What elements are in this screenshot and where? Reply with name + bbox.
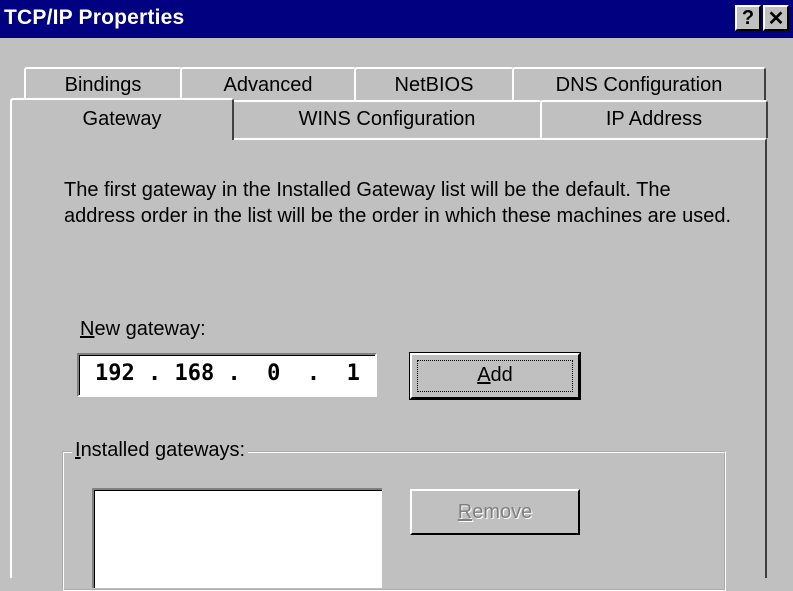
close-icon: ✕	[767, 7, 785, 30]
installed-gateways-list[interactable]	[92, 488, 382, 588]
mnemonic-r: R	[457, 501, 473, 523]
add-button[interactable]: Add	[410, 353, 580, 399]
new-gateway-ip-input[interactable]: 192 . 168 . 0 . 1	[77, 353, 377, 397]
tab-gateway[interactable]: Gateway	[10, 98, 234, 140]
tab-netbios[interactable]: NetBIOS	[354, 67, 514, 101]
installed-gateways-label: Installed gateways:	[72, 439, 249, 462]
installed-gateways-label-text: nstalled gateways:	[80, 439, 246, 461]
help-button[interactable]: ?	[735, 5, 761, 31]
tab-advanced[interactable]: Advanced	[180, 67, 356, 101]
title-bar: TCP/IP Properties ? ✕	[0, 0, 793, 38]
remove-button[interactable]: Remove	[410, 489, 580, 535]
tab-bindings[interactable]: Bindings	[24, 67, 182, 101]
new-gateway-label: New gateway:	[80, 318, 206, 341]
remove-button-label: emove	[472, 501, 533, 523]
close-button[interactable]: ✕	[763, 5, 789, 31]
focus-rect	[417, 360, 573, 392]
new-gateway-label-text: ew gateway:	[94, 318, 206, 340]
tab-wins-configuration[interactable]: WINS Configuration	[232, 100, 542, 138]
mnemonic-n: N	[80, 318, 95, 340]
question-icon: ?	[741, 6, 755, 29]
window-title: TCP/IP Properties	[4, 6, 185, 29]
tab-dns-configuration[interactable]: DNS Configuration	[512, 67, 766, 101]
gateway-description: The first gateway in the Installed Gatew…	[64, 179, 732, 227]
tab-ip-address[interactable]: IP Address	[540, 100, 768, 138]
